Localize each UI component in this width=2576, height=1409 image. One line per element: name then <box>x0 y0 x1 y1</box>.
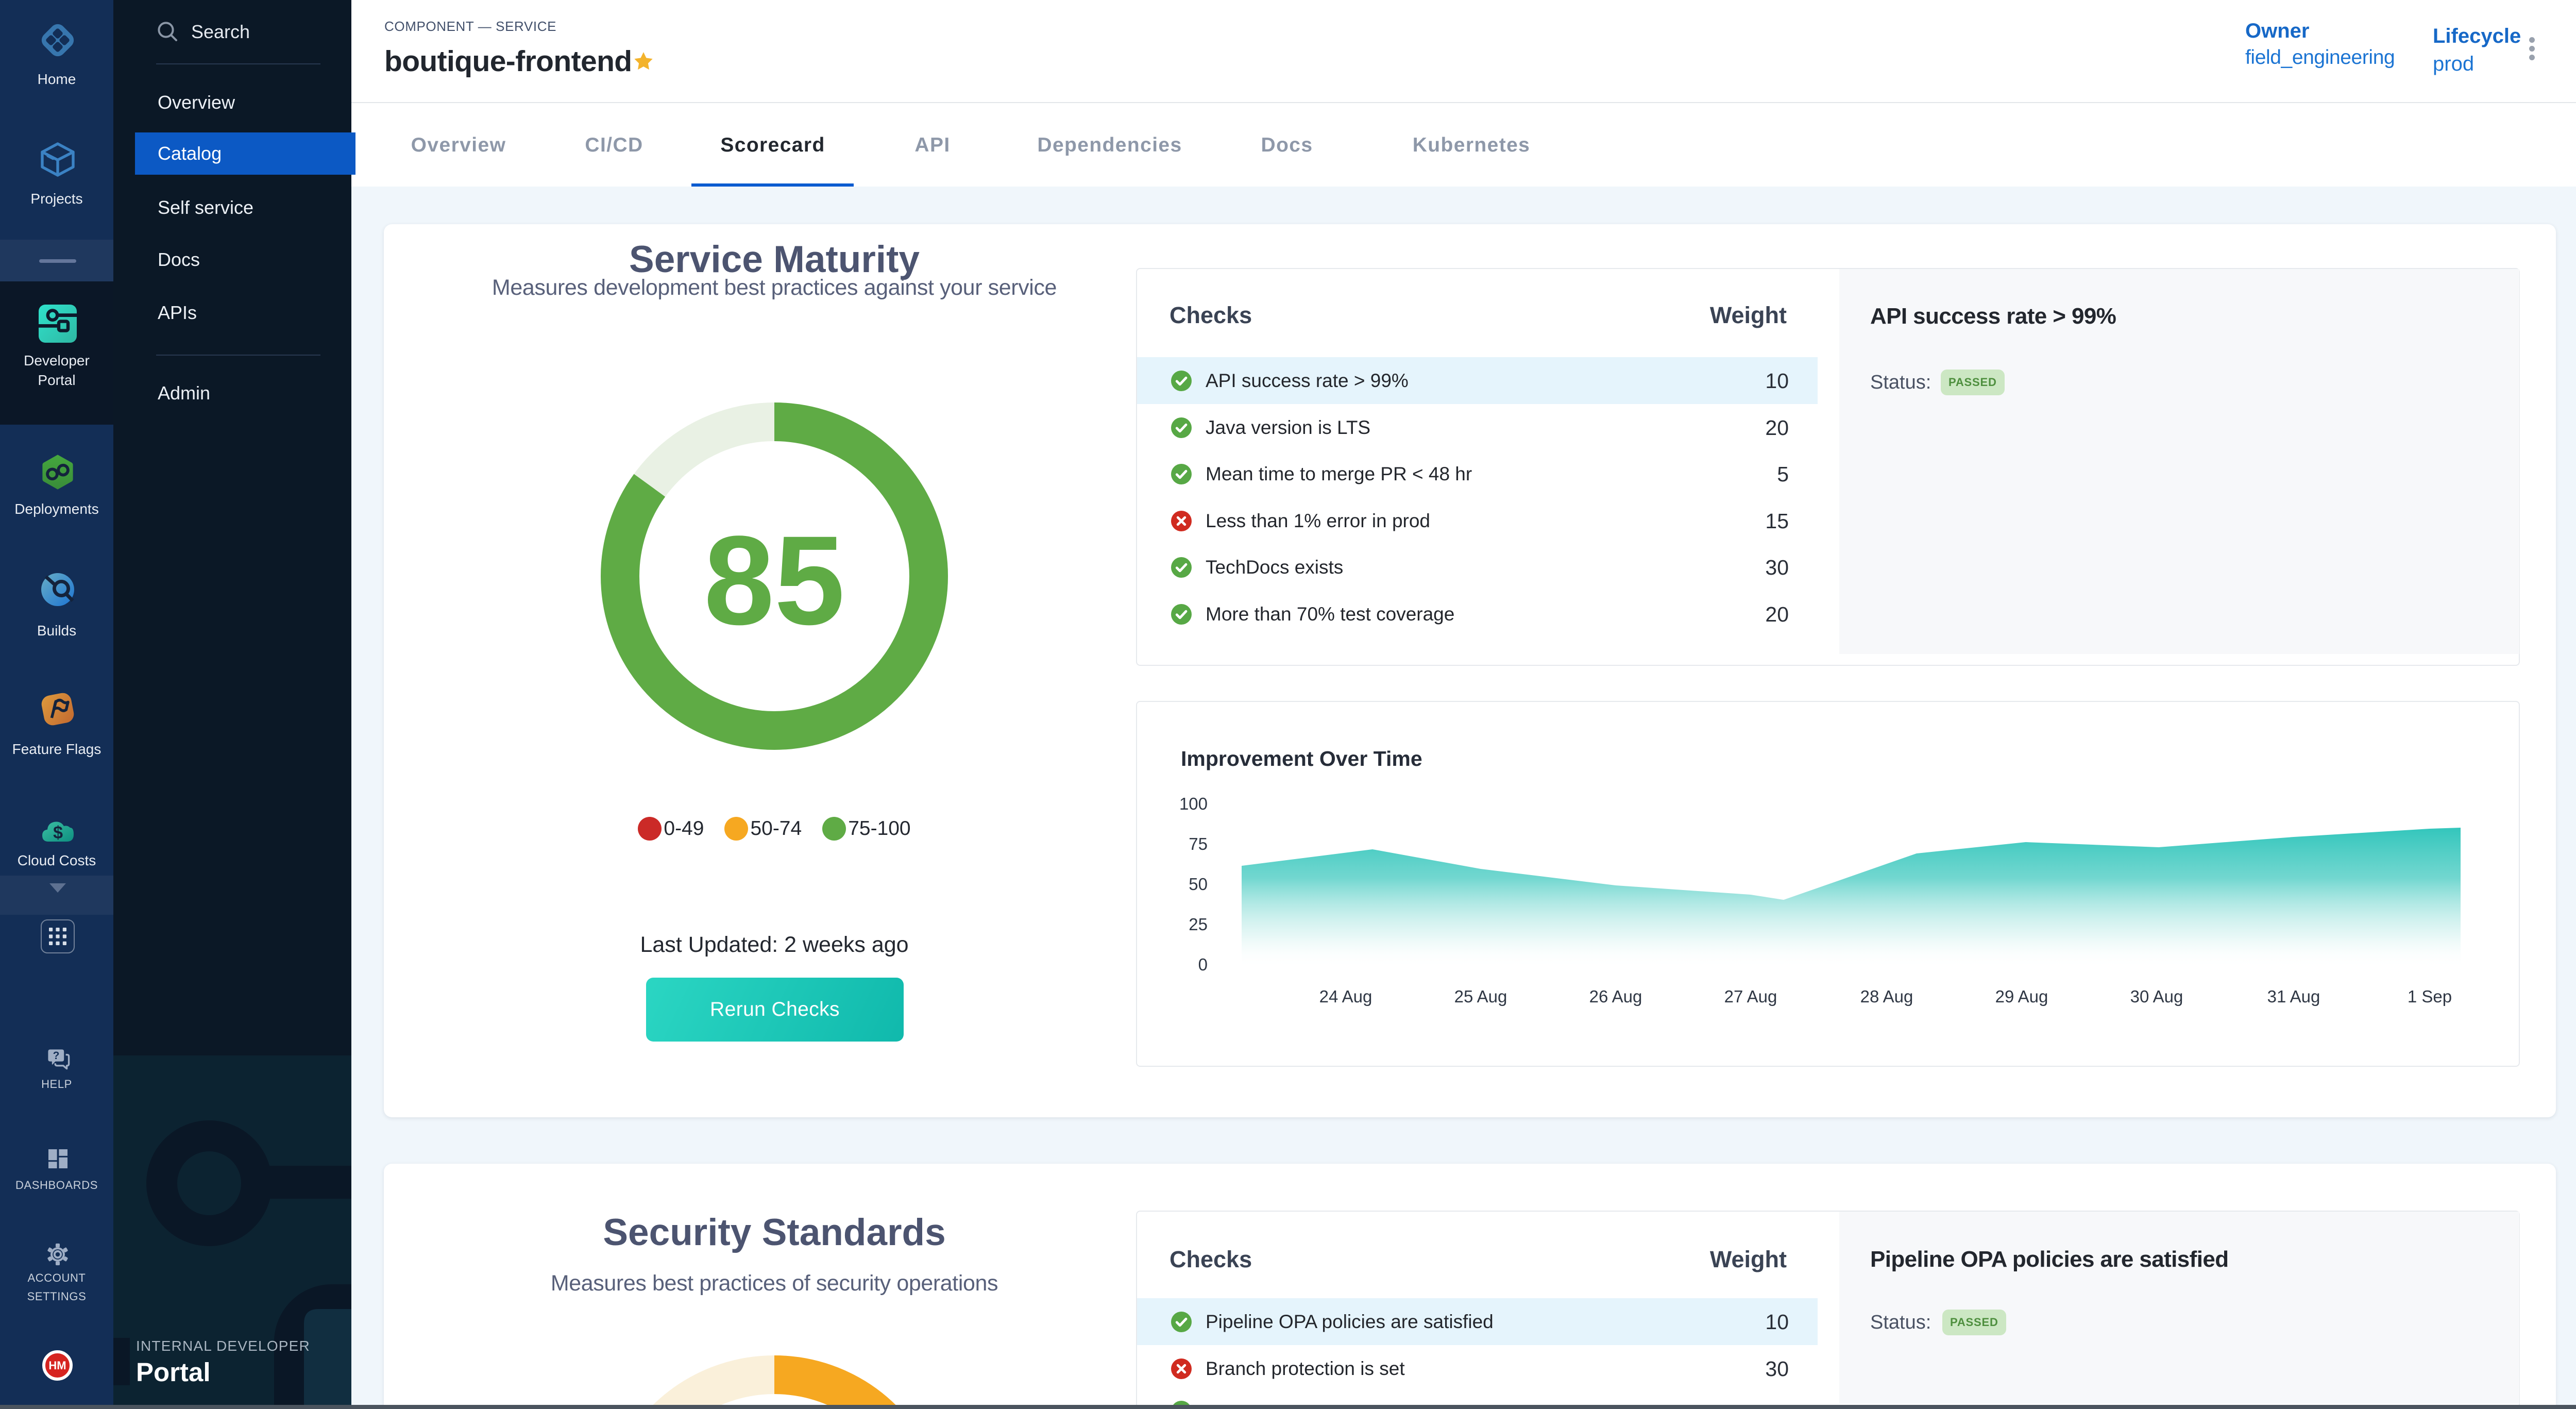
svg-text:?: ? <box>53 1050 60 1062</box>
svg-text:$: $ <box>53 823 63 843</box>
